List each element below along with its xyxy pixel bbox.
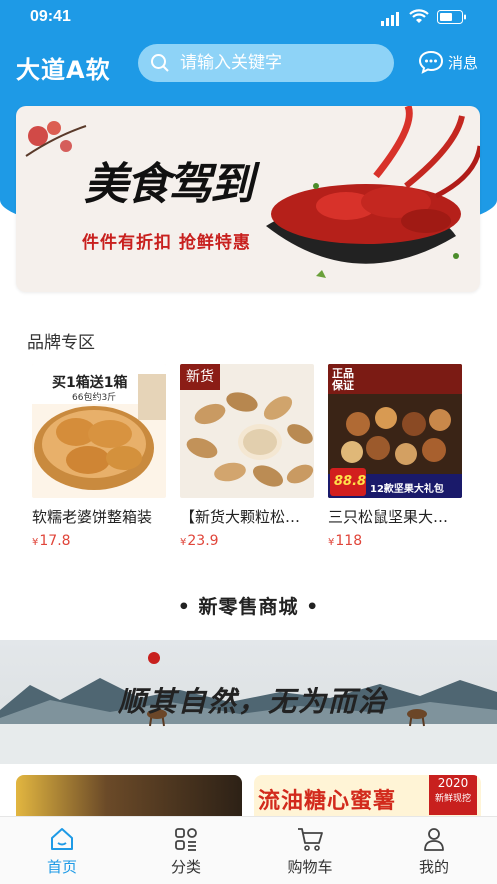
tab-label: 购物车 [287,858,333,876]
promo-cards: 流油糖心蜜薯 2020 新鲜现挖 [16,775,481,820]
product-image-tag2: 66包约3斤 [72,393,117,403]
product-image: 正品保证 88.8 12款坚果大礼包 [328,364,462,498]
product-name: 三只松鼠坚果大礼包 [328,508,456,526]
top-header: 大道A软 消息 [0,40,497,88]
mall-banner[interactable]: 顺其自然，无为而治 [0,640,497,764]
brand-product-list: 买1箱送1箱 66包约3斤 软糯老婆饼整箱装 ¥17.8 新货 【新货大颗粒松子… [32,364,472,554]
banner-title: 美食驾到 [84,159,254,210]
product-image-tag: 新货 [180,364,220,390]
tab-category[interactable]: 分类 [146,825,226,877]
tab-label: 我的 [418,858,449,876]
price-value: 23.9 [187,533,219,549]
mall-banner-text: 顺其自然，无为而治 [118,685,389,718]
badge-year: 2020 [437,776,469,790]
message-label: 消息 [448,53,479,72]
promo-card-2-text: 流油糖心蜜薯 [258,789,397,814]
product-price: ¥118 [328,533,466,549]
promo-card-1[interactable] [16,775,242,820]
tab-home[interactable]: 首页 [22,825,102,877]
banner-subtitle: 件件有折扣 抢鲜特惠 [82,233,251,253]
category-icon [175,828,197,851]
product-name: 软糯老婆饼整箱装 [32,508,153,526]
search-input[interactable] [178,52,382,74]
product-image-tag2: 12款坚果大礼包 [370,484,444,495]
product-image: 新货 [180,364,314,498]
tab-cart[interactable]: 购物车 [270,825,350,877]
product-card[interactable]: 正品保证 88.8 12款坚果大礼包 三只松鼠坚果大礼包 ¥118 [328,364,466,549]
price-value: 118 [335,533,363,549]
product-image-tag: 买1箱送1箱 [52,375,128,391]
search-bar[interactable] [138,44,394,82]
signal-icon [381,12,399,26]
mall-section-title: • 新零售商城 • [177,596,320,618]
promo-card-2[interactable]: 流油糖心蜜薯 2020 新鲜现挖 [254,775,481,820]
wifi-icon [409,9,429,23]
promo-banner[interactable]: 美食驾到 件件有折扣 抢鲜特惠 [16,106,480,292]
search-icon [151,54,169,72]
product-price: ¥17.8 [32,533,170,549]
promo-card-2-badge: 2020 新鲜现挖 [429,775,477,815]
home-icon [51,828,73,850]
product-price: ¥23.9 [180,533,318,549]
product-image-tag3: 88.8 [334,474,367,489]
currency-symbol: ¥ [328,537,335,548]
product-name: 【新货大颗粒松子】 [180,508,308,526]
currency-symbol: ¥ [180,537,187,548]
battery-icon [437,10,466,24]
brand-section-title: 品牌专区 [27,333,95,353]
price-value: 17.8 [39,533,71,549]
badge-sub: 新鲜现挖 [434,794,471,804]
product-image-tag: 正品保证 [332,367,354,392]
currency-symbol: ¥ [32,537,39,548]
bottom-tab-bar: 首页 分类 购物车 我的 [0,816,497,884]
product-image: 买1箱送1箱 66包约3斤 [32,364,166,498]
cart-icon [298,828,323,851]
user-icon [424,828,444,851]
tab-label: 首页 [46,858,77,876]
product-card[interactable]: 新货 【新货大颗粒松子】 ¥23.9 [180,364,318,549]
tab-label: 分类 [170,858,201,876]
tab-mine[interactable]: 我的 [394,825,474,877]
status-bar: 09:41 [0,0,497,36]
message-icon [418,50,444,74]
app-name: 大道A软 [16,56,111,84]
product-card[interactable]: 买1箱送1箱 66包约3斤 软糯老婆饼整箱装 ¥17.8 [32,364,170,549]
message-button[interactable]: 消息 [418,50,478,74]
status-time: 09:41 [30,8,71,25]
